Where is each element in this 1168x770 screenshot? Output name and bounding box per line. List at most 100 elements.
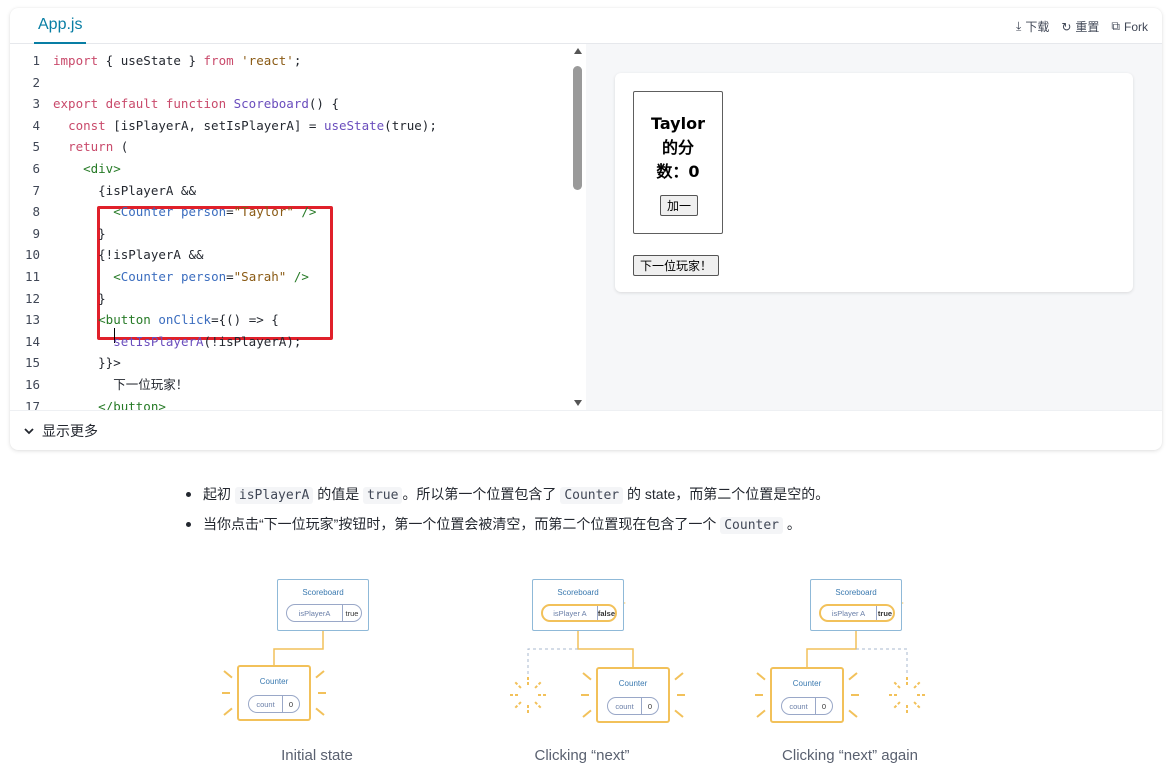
fork-button[interactable]: ⧉ Fork: [1111, 18, 1148, 35]
list-item: 起初 isPlayerA 的值是 true 。所以第一个位置包含了 Counter…: [186, 480, 1086, 510]
highlight-ray: [315, 670, 325, 679]
chevron-down-icon: [24, 427, 34, 434]
scrollbar-thumb[interactable]: [573, 66, 582, 190]
state-value: true: [877, 608, 893, 618]
state-key: isPlayerA: [287, 605, 343, 621]
scoreboard-title: Scoreboard: [302, 588, 344, 597]
diagram-caption: Initial state: [281, 747, 353, 764]
code-line[interactable]: 16 下一位玩家！: [10, 374, 570, 396]
download-button[interactable]: ⤓ 下载: [1016, 18, 1049, 35]
code-text: </button>: [98, 398, 166, 410]
code-line[interactable]: 7 {isPlayerA &&: [10, 180, 570, 202]
code-text: }: [53, 290, 106, 306]
next-player-button[interactable]: 下一位玩家！: [633, 255, 720, 276]
counter-node-title: Counter: [792, 679, 822, 688]
text: 。: [783, 516, 801, 532]
reset-button[interactable]: ↻ 重置: [1061, 18, 1099, 35]
counter-box: Taylor 的分 数：0 加一: [633, 91, 723, 234]
counter-node: Counter count 0: [237, 665, 311, 721]
scroll-down-arrow-icon[interactable]: [574, 400, 582, 406]
code-text: import { useState } from 'react';: [53, 53, 302, 68]
counter-node-title: Counter: [618, 679, 648, 688]
counter-title-line: 的分: [661, 138, 694, 157]
line-number: 15: [24, 355, 40, 371]
scoreboard-node: Scoreboard isPlayerA true: [277, 579, 369, 631]
preview-card: Taylor 的分 数：0 加一 下一位玩家！: [615, 73, 1133, 292]
code-line[interactable]: 4 const [isPlayerA, setIsPlayerA] = useS…: [10, 115, 570, 137]
line-number: 2: [32, 74, 40, 90]
code-editor[interactable]: 1 import { useState } from 'react'; 2 3 expo…: [10, 44, 586, 410]
state-key: isPlayer A: [543, 606, 598, 620]
line-number: 14: [24, 333, 40, 349]
code-line[interactable]: 1 import { useState } from 'react';: [10, 50, 570, 72]
count-key: count: [782, 698, 816, 714]
line-number: 12: [24, 290, 40, 306]
code-text: <button onClick={() => {: [98, 312, 279, 328]
code-line[interactable]: 17 </button>: [10, 396, 570, 410]
scoreboard-title: Scoreboard: [835, 588, 877, 597]
inline-code: Counter: [560, 487, 624, 504]
count-pill: count 0: [607, 697, 659, 715]
counter-node: Counter count 0: [770, 667, 844, 723]
connector-line: [806, 631, 857, 667]
code-line[interactable]: 9 }: [10, 223, 570, 245]
count-key: count: [608, 698, 642, 714]
ghost-connector-line: [527, 648, 578, 675]
line-number: 3: [32, 96, 40, 112]
code-line[interactable]: 12 }: [10, 288, 570, 310]
scoreboard-title: Scoreboard: [557, 588, 599, 597]
code-line[interactable]: 5 return (: [10, 136, 570, 158]
code-text: const [isPlayerA, setIsPlayerA] = useSta…: [68, 117, 437, 133]
code-line[interactable]: 14 setIsPlayerA(!isPlayerA);: [10, 331, 570, 353]
external-link-icon: ⧉: [1111, 19, 1120, 33]
code-text: {isPlayerA &&: [53, 182, 196, 198]
code-line[interactable]: 3 export default function Scoreboard() {: [10, 93, 570, 115]
text: 。所以第一个位置包含了: [402, 486, 561, 502]
highlight-ray: [582, 709, 592, 718]
counter-node-title: Counter: [259, 677, 289, 686]
code-line[interactable]: 13 <button onClick={() => {: [10, 309, 570, 331]
state-pill: isPlayer Atrue: [819, 604, 895, 622]
add-one-button[interactable]: 加一: [660, 195, 699, 216]
code-line[interactable]: 8 <Counter person="Taylor" />: [10, 201, 570, 223]
state-pill: isPlayer Afalse: [541, 604, 617, 622]
code-line[interactable]: 6 <div>: [10, 158, 570, 180]
editor-scrollbar[interactable]: [571, 48, 585, 410]
highlight-ray: [582, 672, 592, 681]
code-line[interactable]: 11 <Counter person="Sarah" />: [10, 266, 570, 288]
code-text: <div>: [83, 161, 121, 176]
diagram-caption: Clicking “next” again: [782, 747, 918, 764]
text: 的 state，而第二个位置是空的。: [623, 486, 830, 502]
sandpack-actions: ⤓ 下载 ↻ 重置 ⧉ Fork: [1016, 18, 1148, 35]
highlight-ray: [848, 672, 858, 681]
line-number: 13: [24, 312, 40, 328]
connector-line: [273, 631, 324, 665]
show-more-button[interactable]: 显示更多: [10, 410, 1162, 450]
state-diagram: Scoreboard isPlayerA true Counter count 0: [207, 575, 427, 755]
line-number: 10: [24, 247, 40, 263]
scoreboard-node: Scoreboard isPlayer Afalse: [532, 579, 624, 631]
line-number: 8: [32, 204, 40, 220]
line-number: 7: [32, 182, 40, 198]
tab-app-js[interactable]: App.js: [34, 8, 87, 44]
line-number: 11: [24, 269, 40, 284]
inline-code: Counter: [720, 517, 784, 534]
code-text: }: [53, 225, 106, 241]
highlight-ray: [848, 709, 858, 718]
explanation-list: 起初 isPlayerA 的值是 true 。所以第一个位置包含了 Counter…: [186, 480, 1086, 540]
removed-burst-ray: [913, 680, 922, 689]
connector-line: [577, 631, 634, 667]
code-text: 下一位玩家！: [53, 377, 189, 392]
code-line[interactable]: 15 }}>: [10, 352, 570, 374]
show-more-label: 显示更多: [42, 422, 98, 439]
code-text: <Counter person="Taylor" />: [113, 204, 317, 220]
reset-icon: ↻: [1061, 19, 1072, 34]
code-line[interactable]: 10 {!isPlayerA &&: [10, 244, 570, 266]
line-number: 17: [24, 398, 40, 410]
count-key: count: [249, 696, 283, 712]
code-line[interactable]: 2: [10, 72, 570, 94]
text: 起初: [203, 486, 235, 502]
scroll-up-arrow-icon[interactable]: [574, 48, 582, 54]
count-value: 0: [647, 701, 653, 711]
highlight-ray: [756, 672, 766, 681]
